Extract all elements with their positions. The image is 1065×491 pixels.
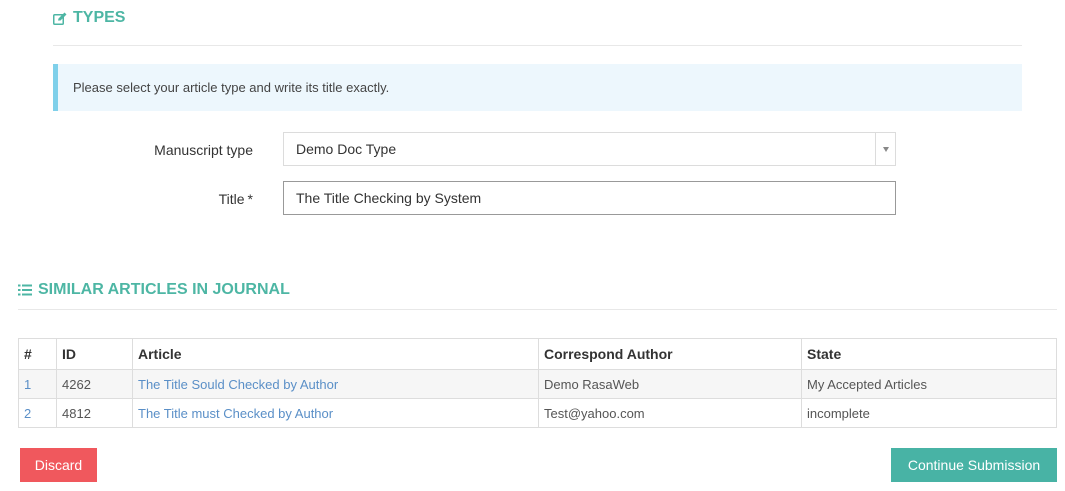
row-number: 2 — [18, 398, 57, 428]
title-label: Title * — [219, 191, 253, 207]
title-label-text: Title — [218, 191, 245, 207]
table-header-row: # ID Article Correspond Author State — [18, 338, 1057, 370]
types-divider — [53, 45, 1022, 46]
similar-articles-table: # ID Article Correspond Author State 1 4… — [18, 338, 1057, 428]
types-title-text: TYPES — [73, 9, 126, 26]
column-header-article: Article — [132, 338, 539, 370]
table-row: 2 4812 The Title must Checked by Author … — [18, 398, 1057, 428]
row-state: incomplete — [801, 398, 1057, 428]
title-input[interactable] — [283, 181, 896, 215]
manuscript-type-label: Manuscript type — [154, 142, 253, 158]
manuscript-type-value: Demo Doc Type — [296, 141, 397, 157]
chevron-down-icon — [882, 146, 889, 152]
info-alert: Please select your article type and writ… — [53, 64, 1022, 111]
column-header-num: # — [18, 338, 57, 370]
table-row: 1 4262 The Title Sould Checked by Author… — [18, 369, 1057, 399]
column-header-id: ID — [56, 338, 133, 370]
row-id: 4262 — [56, 369, 133, 399]
info-alert-text: Please select your article type and writ… — [73, 80, 390, 95]
manuscript-type-select[interactable]: Demo Doc Type — [283, 132, 896, 166]
row-article-cell: The Title must Checked by Author — [132, 398, 539, 428]
row-id: 4812 — [56, 398, 133, 428]
continue-submission-button[interactable]: Continue Submission — [891, 448, 1057, 482]
select-arrow[interactable] — [875, 133, 895, 165]
article-link[interactable]: The Title must Checked by Author — [138, 406, 333, 421]
required-asterisk: * — [247, 191, 253, 207]
discard-button[interactable]: Discard — [20, 448, 97, 482]
row-state: My Accepted Articles — [801, 369, 1057, 399]
similar-articles-divider — [18, 309, 1057, 310]
row-author: Demo RasaWeb — [538, 369, 802, 399]
similar-articles-section-title: SIMILAR ARTICLES IN JOURNAL — [18, 281, 290, 299]
article-link[interactable]: The Title Sould Checked by Author — [138, 377, 338, 392]
list-icon — [18, 284, 32, 296]
row-number: 1 — [18, 369, 57, 399]
edit-icon — [53, 12, 67, 25]
column-header-state: State — [801, 338, 1057, 370]
manuscript-type-label-text: Manuscript type — [154, 142, 253, 158]
row-author: Test@yahoo.com — [538, 398, 802, 428]
similar-articles-title-text: SIMILAR ARTICLES IN JOURNAL — [38, 281, 290, 298]
types-section-title: TYPES — [53, 9, 125, 27]
column-header-author: Correspond Author — [538, 338, 802, 370]
row-article-cell: The Title Sould Checked by Author — [132, 369, 539, 399]
